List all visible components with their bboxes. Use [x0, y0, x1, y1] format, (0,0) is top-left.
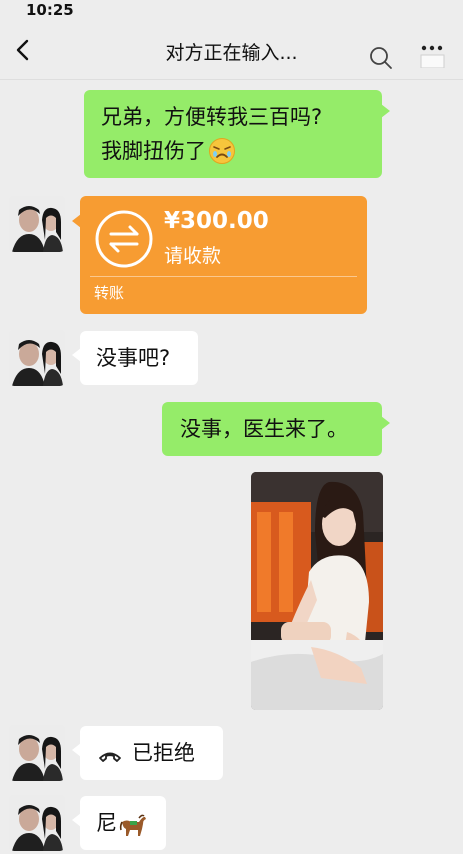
crying-face-emoji-icon: [209, 138, 235, 164]
transfer-divider: [90, 276, 357, 277]
transfer-status: 请收款: [164, 245, 222, 267]
message-bubble-received[interactable]: 尼: [72, 796, 166, 850]
contact-avatar[interactable]: [9, 330, 65, 386]
transfer-amount: ¥300.00: [164, 208, 269, 234]
message-text: 没事吧?: [96, 346, 171, 370]
search-icon[interactable]: [369, 46, 393, 70]
contact-avatar[interactable]: [9, 196, 65, 252]
declined-call-text: 已拒绝: [132, 741, 195, 765]
message-bubble-sent[interactable]: 没事，医生来了。: [162, 402, 390, 456]
transfer-icon: [95, 210, 153, 268]
phone-hangup-icon: [99, 752, 121, 762]
contact-avatar[interactable]: [9, 725, 65, 781]
message-text: 没事，医生来了。: [180, 417, 348, 441]
status-bar: 10:25: [0, 0, 463, 22]
transfer-card[interactable]: ¥300.00 请收款 转账: [72, 196, 367, 314]
message-text-line: 我脚扭伤了: [101, 134, 370, 168]
chat-header: 对方正在输入...: [0, 22, 463, 80]
message-text: 尼: [96, 811, 117, 835]
status-time: 10:25: [26, 1, 74, 19]
message-text-line: 兄弟，方便转我三百吗?: [101, 105, 323, 129]
message-bubble-sent[interactable]: 兄弟，方便转我三百吗? 我脚扭伤了: [84, 90, 390, 178]
more-icon[interactable]: [418, 44, 446, 68]
chat-title: 对方正在输入...: [165, 42, 298, 64]
transfer-footer-label: 转账: [94, 284, 125, 302]
message-text: 我脚扭伤了: [101, 139, 206, 163]
message-bubble-received[interactable]: 没事吧?: [72, 331, 198, 385]
horse-emoji-icon: [119, 814, 146, 836]
contact-avatar[interactable]: [9, 795, 65, 851]
declined-call-bubble[interactable]: 已拒绝: [72, 726, 223, 780]
sent-photo[interactable]: [251, 472, 383, 710]
